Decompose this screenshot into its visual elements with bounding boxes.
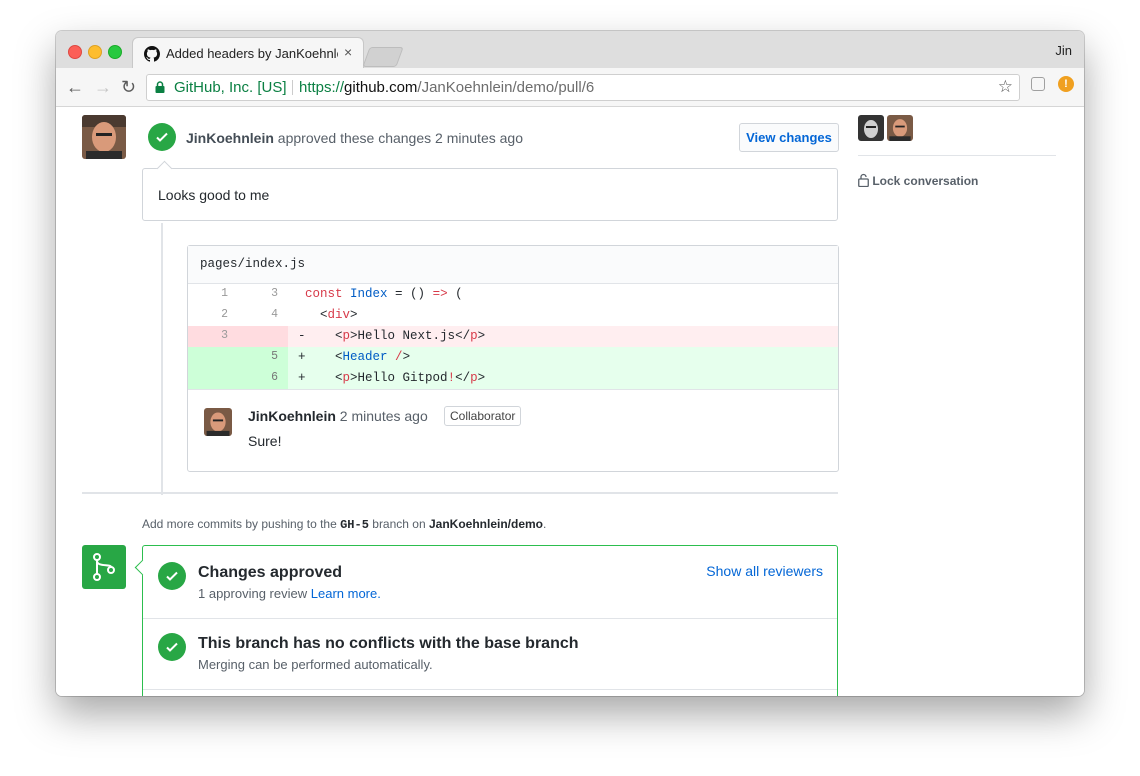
minimize-window-button[interactable]: [88, 45, 102, 59]
push-note: Add more commits by pushing to the GH-5 …: [142, 517, 547, 532]
diff-line-added: 5 + <Header />: [188, 347, 838, 368]
reviewer-avatar[interactable]: [858, 115, 884, 141]
diff-file-box: pages/index.js 13 const Index = () => ( …: [187, 245, 839, 472]
extension-alert-icon[interactable]: !: [1058, 76, 1074, 92]
approved-check-icon: [148, 123, 176, 151]
git-merge-icon: [82, 545, 126, 589]
file-header: pages/index.js: [188, 246, 838, 284]
security-label: GitHub, Inc. [US]: [174, 79, 287, 96]
inline-comment-header: JinKoehnlein 2 minutes ago: [248, 408, 428, 424]
show-all-reviewers-link[interactable]: Show all reviewers: [706, 563, 823, 579]
file-name[interactable]: pages/index.js: [200, 257, 305, 271]
close-window-button[interactable]: [68, 45, 82, 59]
status-subtitle: 1 approving review Learn more.: [198, 586, 381, 601]
review-author[interactable]: JinKoehnlein: [186, 130, 274, 146]
diff-line: 13 const Index = () => (: [188, 284, 838, 305]
inline-comment-author[interactable]: JinKoehnlein: [248, 408, 336, 424]
timeline-divider: [82, 492, 838, 494]
bookmark-star-icon[interactable]: ☆: [998, 77, 1013, 97]
url-text: https://github.com/JanKoehnlein/demo/pul…: [299, 79, 595, 96]
timeline-line: [161, 223, 163, 495]
review-time[interactable]: 2 minutes ago: [435, 130, 523, 146]
extension-icon[interactable]: [1031, 77, 1045, 91]
diff-line-deleted: 3 - <p>Hello Next.js</p>: [188, 326, 838, 347]
learn-more-link[interactable]: Learn more.: [311, 586, 381, 601]
avatar[interactable]: [204, 408, 232, 436]
review-summary: JinKoehnlein approved these changes 2 mi…: [186, 130, 523, 146]
diff-line: 24 <div>: [188, 305, 838, 326]
sidebar-divider: [858, 155, 1056, 156]
back-icon[interactable]: ←: [66, 78, 84, 96]
lock-conversation-link[interactable]: Lock conversation: [858, 173, 978, 188]
view-changes-button[interactable]: View changes: [739, 123, 839, 152]
reload-icon[interactable]: ↻: [121, 78, 136, 96]
status-title: This branch has no conflicts with the ba…: [198, 635, 579, 652]
diff-line-added: 6 + <p>Hello Gitpod!</p>: [188, 368, 838, 389]
page-content: JinKoehnlein approved these changes 2 mi…: [56, 107, 1084, 696]
status-divider: [143, 618, 837, 619]
merge-status-box: Changes approved 1 approving review Lear…: [134, 545, 838, 696]
browser-toolbar: ← → ↻ GitHub, Inc. [US] https://github.c…: [56, 68, 1084, 107]
no-conflicts-check-icon: [158, 633, 186, 661]
review-comment-text: Looks good to me: [158, 187, 270, 203]
new-tab-button[interactable]: [362, 47, 404, 67]
merge-caret: [134, 559, 151, 576]
review-comment-box: Looks good to me: [142, 160, 838, 221]
inline-comment-body: Sure!: [248, 433, 282, 449]
inline-comment-time[interactable]: 2 minutes ago: [340, 408, 428, 424]
status-title: Changes approved: [198, 564, 343, 581]
tab-title: Added headers by JanKoehnlein: [166, 46, 338, 61]
tab-close-icon[interactable]: ×: [344, 44, 352, 60]
browser-tab-active[interactable]: Added headers by JanKoehnlein ×: [132, 37, 364, 68]
profile-name[interactable]: Jin: [1055, 43, 1072, 58]
address-bar[interactable]: GitHub, Inc. [US] https://github.com/Jan…: [146, 74, 1020, 101]
comment-caret: [156, 160, 173, 177]
collaborator-badge: Collaborator: [444, 406, 522, 426]
title-bar: Added headers by JanKoehnlein × Jin: [56, 31, 1084, 68]
forward-icon[interactable]: →: [94, 78, 112, 96]
lock-icon: [858, 173, 869, 188]
status-subtitle: Merging can be performed automatically.: [198, 657, 433, 672]
lock-icon: [155, 81, 165, 93]
approved-check-icon: [158, 562, 186, 590]
avatar[interactable]: [82, 115, 126, 159]
zoom-window-button[interactable]: [108, 45, 122, 59]
review-action: approved these changes: [277, 130, 432, 146]
status-divider: [143, 689, 837, 690]
reviewer-avatar[interactable]: [887, 115, 913, 141]
browser-window: Added headers by JanKoehnlein × Jin ← → …: [56, 31, 1084, 696]
omnibox-separator: [292, 80, 293, 95]
github-icon: [144, 46, 160, 62]
